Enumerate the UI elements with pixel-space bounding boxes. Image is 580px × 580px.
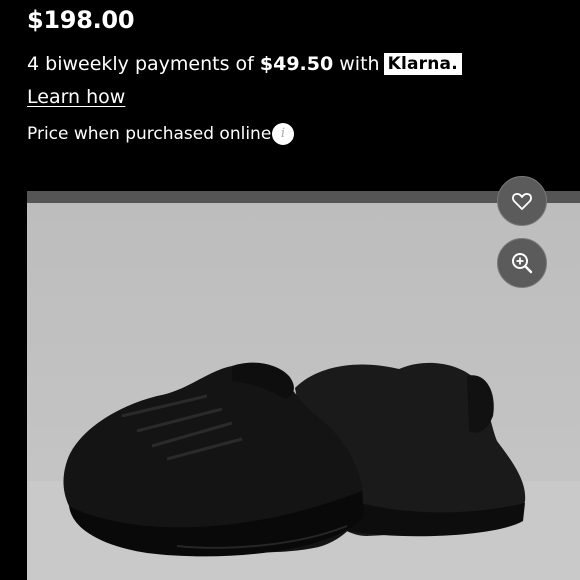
zoom-in-icon bbox=[512, 253, 533, 274]
product-price: $198.00 bbox=[27, 6, 135, 34]
sneakers-illustration bbox=[63, 362, 526, 557]
zoom-button[interactable] bbox=[497, 238, 547, 288]
installment-prefix: 4 biweekly payments of bbox=[27, 53, 260, 75]
info-icon[interactable]: i bbox=[272, 123, 294, 145]
product-image[interactable] bbox=[27, 191, 580, 580]
price-note: Price when purchased online bbox=[27, 124, 272, 144]
learn-how-link[interactable]: Learn how bbox=[27, 86, 125, 108]
heart-icon bbox=[512, 193, 532, 210]
installment-suffix: with bbox=[333, 53, 380, 75]
klarna-logo: Klarna. bbox=[383, 53, 462, 75]
installment-text: 4 biweekly payments of $49.50 with Klarna… bbox=[27, 53, 462, 75]
product-page: $198.00 4 biweekly payments of $49.50 wi… bbox=[0, 0, 580, 580]
installment-amount: $49.50 bbox=[259, 53, 334, 75]
favorite-button[interactable] bbox=[497, 176, 547, 226]
